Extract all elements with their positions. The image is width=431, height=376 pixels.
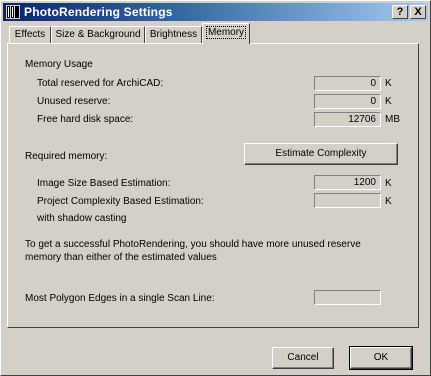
- tab-memory[interactable]: Memory: [202, 23, 250, 44]
- total-reserved-label: Total reserved for ArchiCAD:: [37, 78, 164, 89]
- unused-reserve-unit: K: [385, 96, 392, 107]
- project-complexity-label: Project Complexity Based Estimation:: [37, 196, 204, 207]
- shadow-casting-label: with shadow casting: [37, 213, 127, 224]
- image-size-estimation-label: Image Size Based Estimation:: [37, 178, 171, 189]
- tab-effects[interactable]: Effects: [9, 26, 51, 43]
- tab-size-background[interactable]: Size & Background: [51, 26, 145, 43]
- total-reserved-field: 0: [314, 76, 381, 91]
- project-complexity-unit: K: [385, 196, 392, 207]
- image-size-estimation-unit: K: [385, 178, 392, 189]
- tab-brightness[interactable]: Brightness: [145, 26, 202, 43]
- title-bar[interactable]: PhotoRendering Settings ? X: [3, 3, 428, 21]
- estimate-complexity-button[interactable]: Estimate Complexity: [244, 143, 398, 165]
- tab-memory-label: Memory: [205, 26, 247, 39]
- cancel-button[interactable]: Cancel: [272, 347, 334, 369]
- memory-hint-text: To get a successful PhotoRendering, you …: [25, 239, 361, 263]
- image-size-estimation-field: 1200: [314, 175, 381, 190]
- help-button[interactable]: ?: [392, 5, 408, 19]
- free-disk-field: 12706: [314, 112, 381, 127]
- total-reserved-unit: K: [385, 78, 392, 89]
- close-button[interactable]: X: [410, 5, 426, 19]
- ok-button[interactable]: OK: [349, 346, 413, 370]
- polygon-edges-field: [314, 290, 381, 305]
- unused-reserve-label: Unused reserve:: [37, 96, 111, 107]
- memory-usage-heading: Memory Usage: [25, 59, 93, 70]
- free-disk-unit: MB: [385, 114, 400, 125]
- window-title: PhotoRendering Settings: [24, 5, 173, 19]
- required-memory-label: Required memory:: [25, 151, 108, 162]
- polygon-edges-label: Most Polygon Edges in a single Scan Line…: [25, 293, 215, 304]
- free-disk-label: Free hard disk space:: [37, 114, 134, 125]
- dialog-window: PhotoRendering Settings ? X Effects Size…: [0, 0, 431, 376]
- unused-reserve-field: 0: [314, 94, 381, 109]
- project-complexity-field: [314, 193, 381, 208]
- app-icon: [6, 5, 20, 19]
